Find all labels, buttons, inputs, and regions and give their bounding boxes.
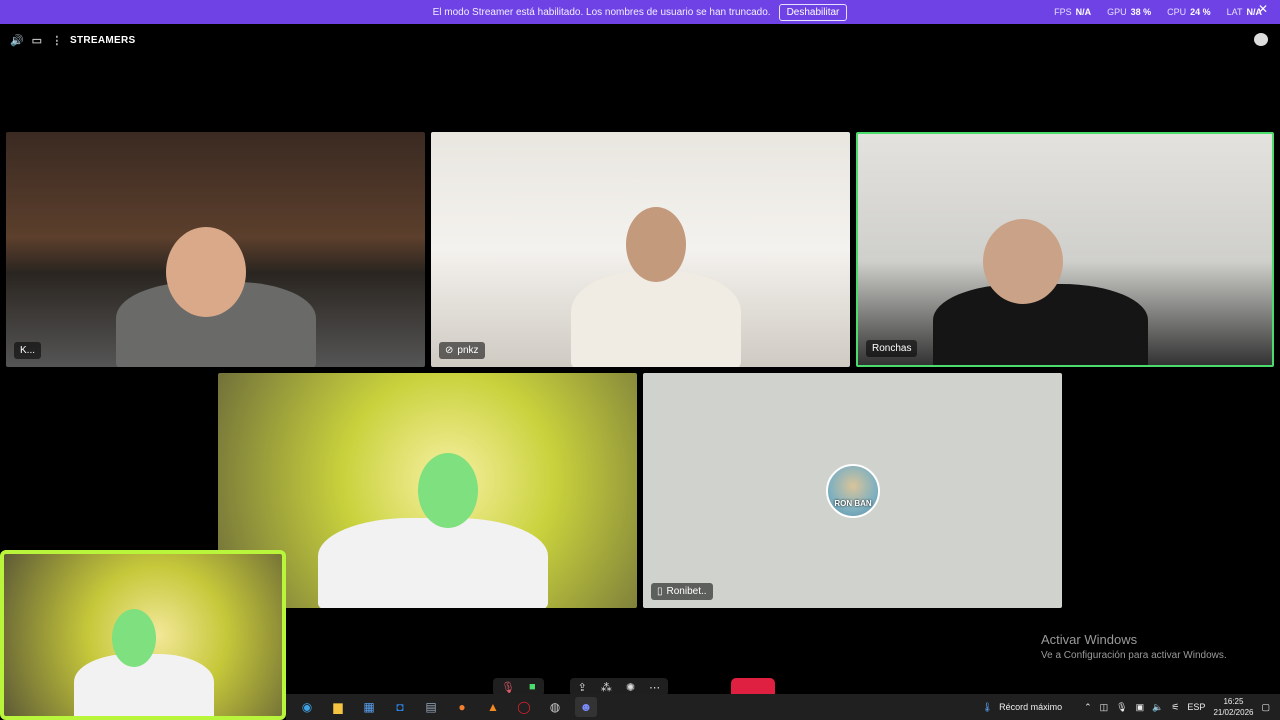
- banner-message: El modo Streamer está habilitado. Los no…: [432, 6, 771, 18]
- store-icon[interactable]: ▦: [358, 697, 380, 717]
- notification-icon[interactable]: ▢: [1261, 702, 1270, 713]
- participant-face: [418, 453, 478, 528]
- system-tray: 🌡 Récord máximo ⌃ ◫ 🎙 ▣ 🔈 ⚟ ESP 16:25 21…: [982, 694, 1280, 720]
- more-vertical-icon[interactable]: ⋮: [50, 34, 64, 47]
- close-icon[interactable]: ✕: [1258, 2, 1268, 16]
- participant-name-label: Ronchas: [866, 340, 918, 357]
- self-face: [112, 609, 156, 667]
- performance-stats: FPS N/A GPU 38 % CPU 24 % LAT N/A: [1054, 0, 1262, 24]
- clock[interactable]: 16:25 21/02/2026: [1213, 696, 1253, 718]
- volume-icon[interactable]: 🔈: [1152, 702, 1163, 713]
- chat-icon[interactable]: [1254, 33, 1268, 46]
- mobile-device-icon: ▯: [657, 586, 663, 597]
- cpu-stat: CPU 24 %: [1167, 7, 1211, 17]
- participant-tile[interactable]: K...: [6, 132, 425, 367]
- participant-face: [983, 219, 1063, 304]
- participant-face: [626, 207, 686, 282]
- outlook-icon[interactable]: ◘: [389, 697, 411, 717]
- gpu-stat: GPU 38 %: [1107, 7, 1152, 17]
- weather-widget[interactable]: 🌡 Récord máximo: [982, 702, 1062, 713]
- file-explorer-icon[interactable]: ▆: [327, 697, 349, 717]
- self-view[interactable]: [0, 550, 286, 720]
- participant-tile[interactable]: ⊘ pnkz: [431, 132, 850, 367]
- activities-icon[interactable]: ⁂: [601, 681, 612, 694]
- soundboard-icon[interactable]: ✺: [626, 681, 635, 694]
- opera-icon[interactable]: ◯: [513, 697, 535, 717]
- participant-name-label: ⊘ pnkz: [439, 342, 485, 359]
- discord-icon[interactable]: ☻: [575, 697, 597, 717]
- display-icon[interactable]: ▣: [1136, 702, 1145, 713]
- microphone-icon[interactable]: 🎙: [1116, 702, 1127, 713]
- mic-muted-icon: ⊘: [445, 345, 454, 356]
- more-options-icon[interactable]: ⋯: [649, 681, 660, 694]
- participant-name-label: K...: [14, 342, 42, 359]
- wifi-icon[interactable]: ⚟: [1171, 702, 1179, 713]
- call-header: 🔊 ▭ ⋮ STREAMERS: [10, 33, 135, 47]
- vlc-icon[interactable]: ▲: [482, 697, 504, 717]
- chevron-up-icon[interactable]: ⌃: [1084, 702, 1092, 713]
- steam-icon[interactable]: ◍: [544, 697, 566, 717]
- screen-share-icon[interactable]: ⇪: [578, 681, 587, 694]
- taskbar-apps: ◉ ▆ ▦ ◘ ▤ ● ▲ ◯ ◍ ☻: [296, 697, 597, 717]
- firefox-icon[interactable]: ●: [451, 697, 473, 717]
- disable-streamer-mode-button[interactable]: Deshabilitar: [778, 3, 848, 21]
- screen-icon[interactable]: ▭: [30, 34, 44, 47]
- participant-face: [166, 227, 246, 317]
- photos-icon[interactable]: ▤: [420, 697, 442, 717]
- fps-stat: FPS N/A: [1054, 7, 1092, 17]
- thermometer-icon: 🌡: [981, 701, 994, 712]
- avatar: RON BAN: [826, 464, 880, 518]
- participant-name-label: ▯ Ronibet..: [651, 583, 713, 600]
- camera-icon[interactable]: ■: [529, 681, 536, 693]
- participant-video: [571, 272, 741, 367]
- participant-tile-speaking[interactable]: Ronchas: [856, 132, 1274, 367]
- windows-activation-watermark: Activar Windows Ve a Configuración para …: [1041, 632, 1227, 661]
- windows-taskbar: ◉ ▆ ▦ ◘ ▤ ● ▲ ◯ ◍ ☻ 🌡 Récord máximo ⌃ ◫ …: [286, 694, 1280, 720]
- network-icon[interactable]: ◫: [1100, 702, 1109, 713]
- self-video: [74, 654, 214, 716]
- language-indicator[interactable]: ESP: [1187, 702, 1205, 712]
- channel-name: STREAMERS: [70, 34, 136, 46]
- mic-muted-icon[interactable]: 🎙: [501, 681, 515, 694]
- edge-icon[interactable]: ◉: [296, 697, 318, 717]
- lat-stat: LAT N/A: [1226, 7, 1262, 17]
- speaker-icon[interactable]: 🔊: [10, 34, 24, 47]
- participant-video: [318, 518, 548, 608]
